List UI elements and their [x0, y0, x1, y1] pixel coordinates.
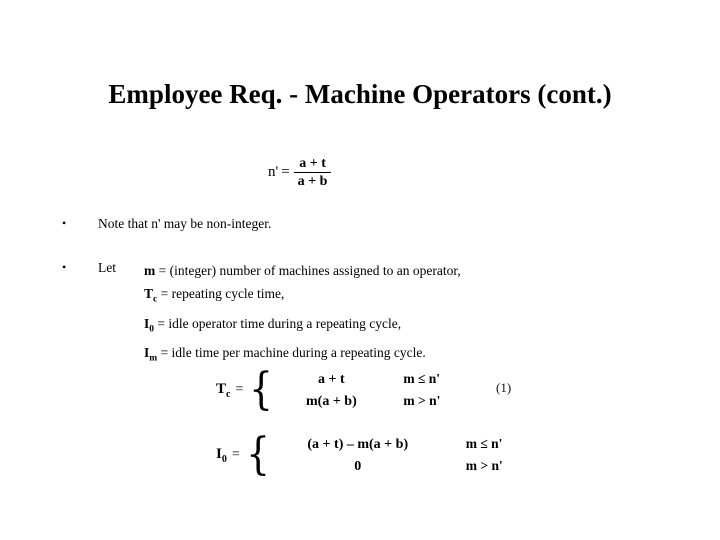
equation-n-prime: n' = a + t a + b	[268, 156, 332, 189]
definition-symbol: m	[144, 263, 156, 278]
left-brace-icon: {	[249, 364, 274, 415]
bullet-marker-icon: •	[62, 260, 67, 274]
page-title: Employee Req. - Machine Operators (cont.…	[108, 79, 612, 109]
equation-n-prime-equals: =	[281, 164, 290, 180]
definition-item-m: m = (integer) number of machines assigne…	[144, 259, 461, 282]
equation-i0-case-1: (a + t) – m(a + b) m ≤ n'	[274, 433, 536, 455]
definition-symbol: I0	[144, 315, 155, 335]
equation-n-prime-lhs: n'	[268, 164, 279, 180]
equation-tc-lhs: Tc	[216, 380, 231, 400]
equation-i0: I0 = { (a + t) – m(a + b) m ≤ n' 0 m > n…	[216, 433, 536, 477]
definition-item-im: Im = idle time per machine during a repe…	[144, 341, 461, 371]
case-value: m(a + b)	[306, 394, 357, 409]
equation-i0-cases: (a + t) – m(a + b) m ≤ n' 0 m > n'	[274, 433, 536, 477]
definition-text: = (integer) number of machines assigned …	[158, 263, 461, 278]
case-value: a + t	[318, 372, 345, 387]
definition-list: m = (integer) number of machines assigne…	[144, 259, 461, 371]
bullet-item-note-label: Note that n' may be non-integer.	[98, 216, 272, 231]
fraction: a + t a + b	[293, 156, 332, 189]
equation-i0-case-2: 0 m > n'	[274, 455, 536, 477]
definition-text: = repeating cycle time,	[160, 286, 285, 301]
equation-i0-lhs: I0	[216, 445, 227, 465]
bullet-item-let-label: Let	[98, 260, 116, 275]
fraction-denominator: a + b	[293, 172, 332, 189]
bullet-item-note: • Note that n' may be non-integer.	[62, 215, 271, 232]
case-value: (a + t) – m(a + b)	[307, 437, 409, 452]
case-condition: m ≤ n'	[465, 436, 503, 451]
definition-item-i0: I0 = idle operator time during a repeati…	[144, 312, 461, 342]
equation-tc-case-1: a + t m ≤ n'	[277, 368, 473, 390]
left-brace-icon: {	[245, 429, 270, 480]
equation-tc-case-2: m(a + b) m > n'	[277, 390, 473, 412]
case-condition: m > n'	[403, 393, 441, 408]
definition-symbol: Tc	[144, 286, 158, 305]
equation-i0-equals: =	[231, 447, 240, 462]
fraction-numerator: a + t	[299, 156, 326, 171]
case-condition: m > n'	[465, 458, 503, 473]
bullet-item-let: • Let m = (integer) number of machines a…	[62, 259, 461, 371]
bullet-marker-icon: •	[62, 216, 67, 230]
equation-tc-equals: =	[235, 382, 244, 397]
slide-canvas: Employee Req. - Machine Operators (cont.…	[0, 0, 720, 540]
equation-tc-cases: a + t m ≤ n' m(a + b) m > n'	[277, 368, 473, 412]
definition-item-tc: Tc = repeating cycle time,	[144, 282, 461, 312]
equation-number-label: (1)	[496, 380, 512, 395]
case-condition: m ≤ n'	[403, 371, 441, 386]
equation-tc: Tc = { a + t m ≤ n' m(a + b) m > n'	[216, 368, 473, 412]
case-value: 0	[354, 459, 362, 474]
definition-text: = idle time per machine during a repeati…	[160, 345, 426, 361]
definition-symbol: Im	[144, 345, 158, 365]
definition-text: = idle operator time during a repeating …	[157, 315, 402, 331]
